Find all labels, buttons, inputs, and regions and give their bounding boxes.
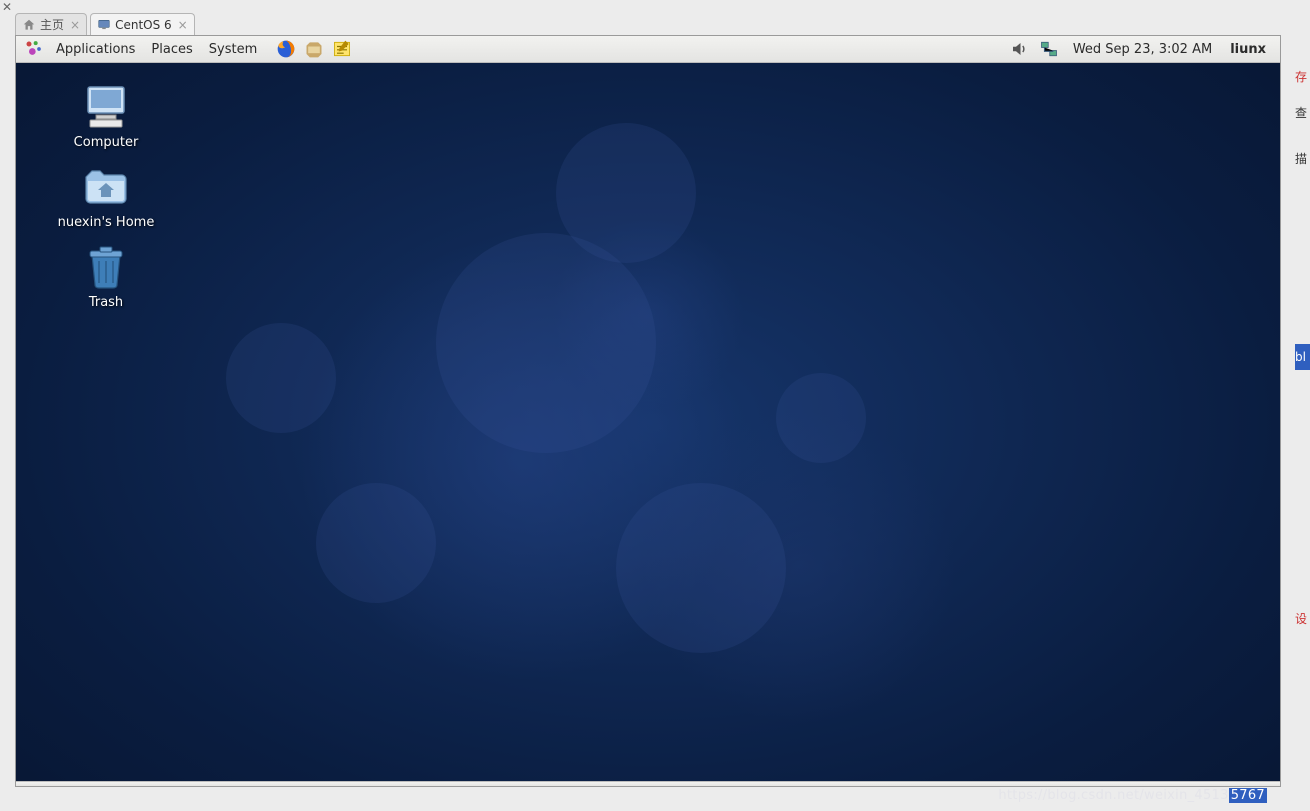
menu-applications[interactable]: Applications [48,39,143,60]
bokeh [616,483,786,653]
desktop-icon-home[interactable]: nuexin's Home [36,163,176,230]
tab-centos[interactable]: CentOS 6 × [90,13,195,35]
tab-label: 主页 [40,16,64,33]
firefox-icon[interactable] [275,38,297,60]
watermark-suffix: 5767 [1229,788,1267,803]
volume-icon[interactable] [1009,39,1029,59]
gnome-foot-icon[interactable] [23,38,45,60]
bokeh [776,373,866,463]
page-sliver: 存 [1295,68,1310,85]
nautilus-icon[interactable] [303,38,325,60]
desktop-icon-label: nuexin's Home [58,215,155,230]
home-folder-icon [82,163,130,211]
desktop-icon-trash[interactable]: Trash [36,243,176,310]
gnome-bottom-panel[interactable] [16,781,1280,786]
page-sliver: 设 [1295,610,1310,627]
host-close-icon[interactable]: ✕ [0,0,14,14]
watermark-prefix: https://blog.csdn.net/weixin_4513 [998,788,1228,803]
menu-places[interactable]: Places [143,39,200,60]
gnome-top-panel: Applications Places System [16,36,1280,63]
vm-icon [97,18,111,32]
trash-icon [82,243,130,291]
close-icon[interactable]: × [70,19,80,31]
bokeh [316,483,436,603]
tab-home[interactable]: 主页 × [15,13,87,35]
tab-label: CentOS 6 [115,18,172,32]
computer-icon [82,83,130,131]
page-sliver: 查 [1295,104,1310,121]
desktop-icon-computer[interactable]: Computer [36,83,176,150]
desktop-icon-label: Trash [89,295,123,310]
desktop[interactable]: Computer nuexin's Home [16,63,1280,783]
bokeh [556,123,696,263]
panel-right: Wed Sep 23, 3:02 AM liunx [1009,39,1280,59]
notes-icon[interactable] [331,38,353,60]
bokeh [436,233,656,453]
watermark: https://blog.csdn.net/weixin_45135767 [998,788,1267,803]
tabstrip: 主页 × CentOS 6 × [15,13,195,35]
panel-user[interactable]: liunx [1226,42,1270,57]
vm-viewport: Applications Places System [15,35,1281,787]
host-frame: ✕ 主页 × CentOS 6 × Applications Place [0,0,1295,811]
panel-left: Applications Places System [16,38,356,60]
page-sliver: bl [1295,344,1310,370]
menu-system[interactable]: System [201,39,265,60]
close-icon[interactable]: × [178,19,188,31]
bokeh [226,323,336,433]
home-icon [22,18,36,32]
page-sliver: 描 [1295,150,1310,167]
desktop-icon-label: Computer [74,135,139,150]
panel-clock[interactable]: Wed Sep 23, 3:02 AM [1069,42,1216,57]
network-icon[interactable] [1039,39,1059,59]
